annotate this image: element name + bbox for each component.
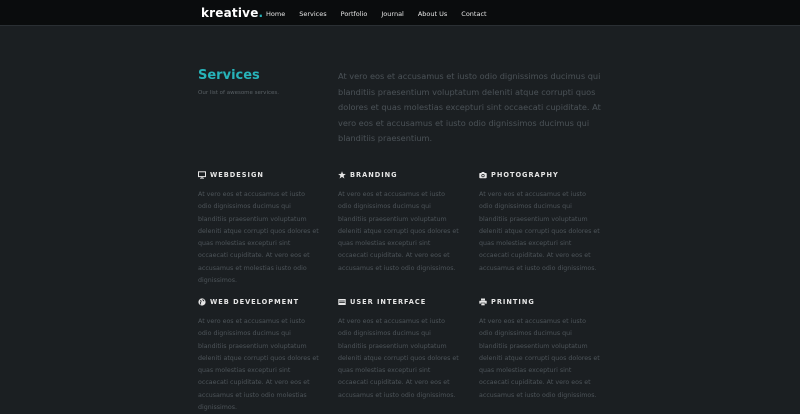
brand-logo[interactable]: kreative. — [201, 6, 263, 20]
feature-branding: BRANDING At vero eos et accusamus et ius… — [338, 170, 460, 275]
interface-icon — [338, 298, 346, 306]
feature-description: At vero eos et accusamus et iusto odio d… — [198, 191, 319, 285]
nav-contact[interactable]: Contact — [461, 10, 486, 18]
feature-description: At vero eos et accusamus et iusto odio d… — [198, 318, 319, 412]
nav-services[interactable]: Services — [299, 10, 326, 18]
feature-webdesign: WEBDESIGN At vero eos et accusamus et iu… — [198, 170, 320, 287]
printer-icon — [479, 298, 487, 306]
nav-home[interactable]: Home — [266, 10, 285, 18]
feature-description: At vero eos et accusamus et iusto odio d… — [479, 191, 600, 272]
brand-dot: . — [258, 6, 264, 20]
feature-photography: PHOTOGRAPHY At vero eos et accusamus et … — [479, 170, 601, 275]
top-navbar: kreative. Home Services Portfolio Journa… — [0, 0, 800, 26]
star-icon — [338, 171, 346, 179]
nav-portfolio[interactable]: Portfolio — [341, 10, 368, 18]
feature-title: WEB DEVELOPMENT — [210, 298, 300, 306]
feature-title: BRANDING — [350, 171, 398, 179]
feature-description: At vero eos et accusamus et iusto odio d… — [479, 318, 600, 399]
feature-user-interface: USER INTERFACE At vero eos et accusamus … — [338, 297, 460, 402]
services-intro: At vero eos et accusamus et iusto odio d… — [338, 71, 601, 143]
services-heading-block: Services Our list of awesome services. — [198, 68, 279, 96]
monitor-icon — [198, 171, 206, 179]
main-nav: Home Services Portfolio Journal About Us… — [266, 10, 487, 18]
feature-title: PHOTOGRAPHY — [491, 171, 559, 179]
page-title: Services — [198, 68, 260, 83]
nav-journal[interactable]: Journal — [381, 10, 403, 18]
nav-about-us[interactable]: About Us — [418, 10, 447, 18]
feature-description: At vero eos et accusamus et iusto odio d… — [338, 318, 459, 399]
globe-icon — [198, 298, 206, 306]
feature-title: USER INTERFACE — [350, 298, 427, 306]
feature-printing: PRINTING At vero eos et accusamus et ius… — [479, 297, 601, 402]
feature-title: WEBDESIGN — [210, 171, 264, 179]
services-subtitle: Our list of awesome services. — [198, 90, 279, 96]
feature-description: At vero eos et accusamus et iusto odio d… — [338, 191, 459, 272]
feature-title: PRINTING — [491, 298, 535, 306]
camera-icon — [479, 171, 487, 179]
feature-web-development: WEB DEVELOPMENT At vero eos et accusamus… — [198, 297, 320, 414]
brand-name: kreative — [201, 6, 259, 20]
